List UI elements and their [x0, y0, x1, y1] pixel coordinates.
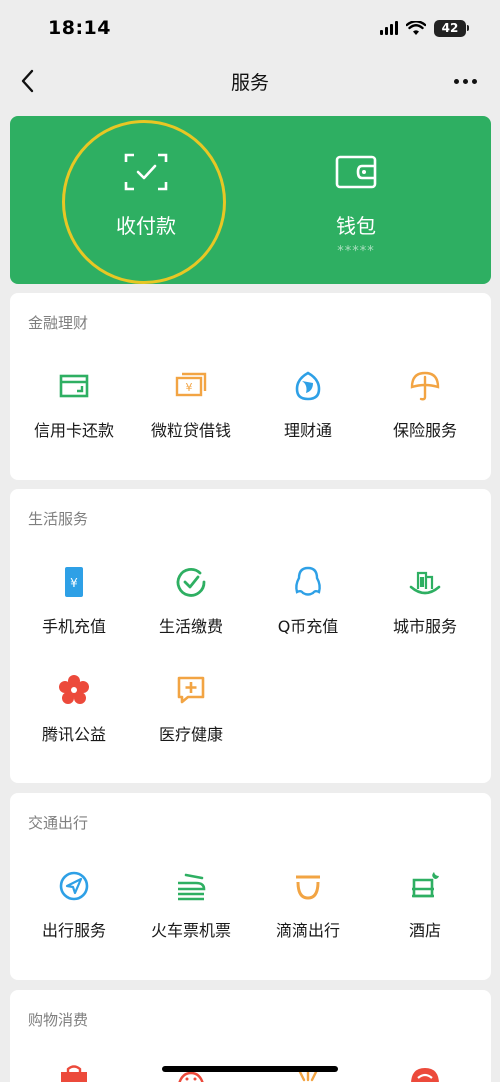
service-label: 酒店 [408, 921, 441, 940]
service-label: 腾讯公益 [41, 725, 106, 744]
home-indicator[interactable] [162, 1066, 338, 1072]
medical-plus-icon [177, 676, 205, 704]
wallet-icon [335, 155, 377, 189]
credit-card-icon [59, 374, 89, 398]
wallet-card: 收付款 钱包 ***** [10, 116, 491, 284]
section-life-services: 生活服务 ¥ 手机充值 生活缴费 Q币充值 城市服务 腾讯公益 医疗健康 [10, 489, 491, 783]
section-transport: 交通出行 出行服务 火车票机票 滴滴出行 酒店 [10, 793, 491, 980]
cellular-signal-icon [380, 21, 398, 35]
check-circle-icon [176, 568, 206, 597]
city-buildings-icon [409, 571, 441, 595]
umbrella-icon [410, 371, 440, 401]
svg-text:¥: ¥ [186, 381, 193, 394]
status-time: 18:14 [48, 17, 111, 39]
service-train-flight-tickets[interactable]: 火车票机票 [131, 869, 251, 969]
shopping-red-circle-icon[interactable] [408, 1064, 442, 1082]
status-bar: 18:14 42 [0, 0, 500, 56]
pay-receive-label: 收付款 [116, 214, 176, 238]
wallet-label: 钱包 [336, 214, 376, 238]
service-label: 理财通 [283, 421, 332, 440]
service-tencent-charity[interactable]: 腾讯公益 [14, 673, 134, 773]
pay-receive-button[interactable]: 收付款 [46, 116, 246, 284]
money-stack-icon: ¥ [175, 372, 207, 397]
section-title: 交通出行 [28, 814, 89, 832]
service-label: 火车票机票 [150, 921, 231, 940]
service-qcoin-topup[interactable]: Q币充值 [248, 565, 368, 665]
service-label: 手机充值 [41, 617, 106, 636]
battery-icon: 42 [434, 19, 469, 37]
section-title: 金融理财 [28, 314, 89, 332]
service-label: 微粒贷借钱 [150, 421, 231, 440]
service-city-services[interactable]: 城市服务 [365, 565, 485, 665]
section-finance: 金融理财 信用卡还款 ¥ 微粒贷借钱 理财通 保险服务 [10, 293, 491, 480]
svg-text:¥: ¥ [70, 576, 78, 590]
penguin-icon [295, 566, 321, 596]
service-bill-payment[interactable]: 生活缴费 [131, 565, 251, 665]
service-credit-card-repay[interactable]: 信用卡还款 [14, 369, 134, 469]
service-weilidai[interactable]: ¥ 微粒贷借钱 [131, 369, 251, 469]
section-title: 生活服务 [28, 510, 89, 528]
service-label: 出行服务 [41, 921, 106, 940]
section-title: 购物消费 [28, 1011, 89, 1029]
wifi-icon [406, 20, 426, 35]
nav-bar: 服务 [0, 56, 500, 106]
hotel-bed-icon [412, 872, 439, 898]
scan-check-icon [124, 153, 168, 191]
shopping-bag-icon[interactable] [57, 1064, 91, 1082]
service-licaitong[interactable]: 理财通 [248, 369, 368, 469]
service-hotel[interactable]: 酒店 [365, 869, 485, 969]
wealth-drop-icon [295, 371, 321, 401]
back-chevron-icon[interactable] [14, 66, 44, 96]
more-options-icon[interactable] [450, 66, 480, 96]
service-insurance[interactable]: 保险服务 [365, 369, 485, 469]
service-label: 保险服务 [392, 421, 457, 440]
page-title: 服务 [230, 71, 269, 94]
service-label: Q币充值 [277, 617, 339, 636]
service-didi[interactable]: 滴滴出行 [248, 869, 368, 969]
service-label: 医疗健康 [158, 725, 223, 744]
service-travel[interactable]: 出行服务 [14, 869, 134, 969]
service-medical-health[interactable]: 医疗健康 [131, 673, 251, 773]
service-mobile-topup[interactable]: ¥ 手机充值 [14, 565, 134, 665]
didi-icon [296, 875, 320, 900]
status-icons: 42 [380, 19, 469, 37]
service-label: 生活缴费 [158, 617, 223, 636]
service-label: 滴滴出行 [275, 921, 340, 940]
navigation-arrow-icon [59, 871, 89, 901]
wallet-balance-hidden: ***** [337, 244, 375, 259]
service-label: 信用卡还款 [33, 421, 114, 440]
flower-icon [59, 675, 89, 704]
service-label: 城市服务 [392, 617, 457, 636]
train-plane-icon [178, 873, 206, 901]
mobile-phone-icon: ¥ [65, 567, 83, 597]
wallet-button[interactable]: 钱包 ***** [256, 116, 456, 284]
